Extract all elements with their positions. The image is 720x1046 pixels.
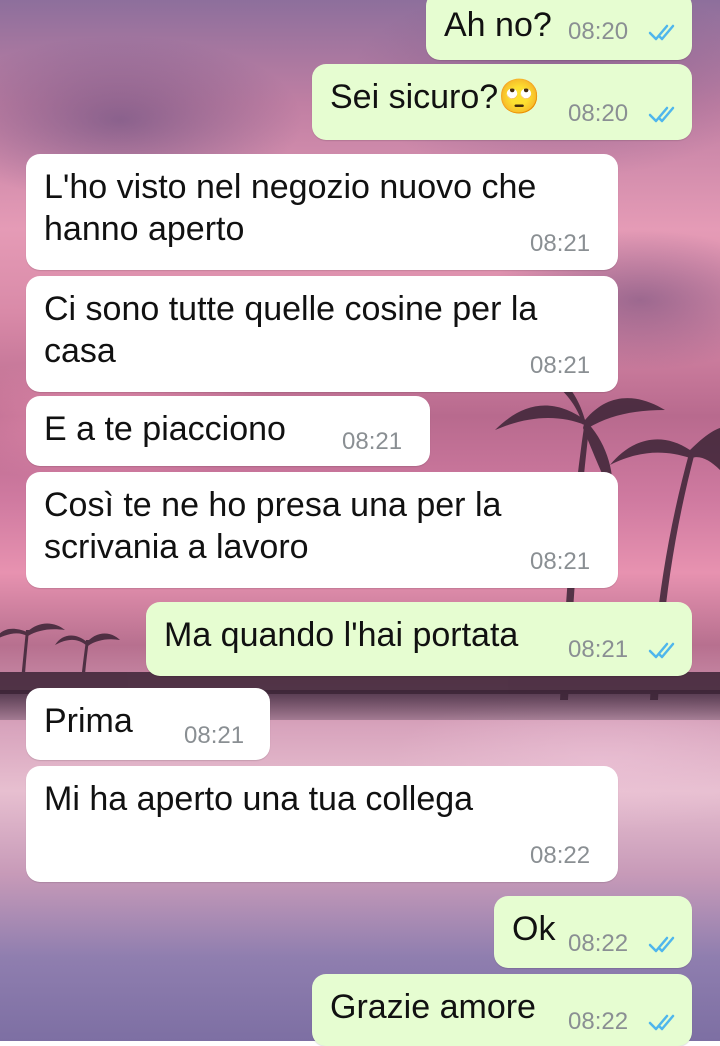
message-time: 08:20 xyxy=(568,18,629,45)
outgoing-message[interactable]: Ma quando l'hai portata 08:21 xyxy=(146,602,692,676)
incoming-message[interactable]: Ci sono tutte quelle cosine per la casa … xyxy=(26,276,618,392)
message-time: 08:22 xyxy=(530,842,591,869)
incoming-message[interactable]: E a te piacciono 08:21 xyxy=(26,396,430,466)
incoming-message[interactable]: Prima 08:21 xyxy=(26,688,270,760)
message-text: L'ho visto nel negozio nuovo che hanno a… xyxy=(44,168,537,248)
message-time: 08:21 xyxy=(342,428,403,455)
message-text: Ah no? xyxy=(444,6,552,44)
outgoing-message[interactable]: Ok 08:22 xyxy=(494,896,692,968)
incoming-message[interactable]: Così te ne ho presa una per la scrivania… xyxy=(26,472,618,588)
message-time: 08:22 xyxy=(568,930,629,957)
message-text: Ci sono tutte quelle cosine per la casa xyxy=(44,290,538,370)
outgoing-message[interactable]: Ah no? 08:20 xyxy=(426,0,692,60)
double-check-icon xyxy=(648,936,675,953)
incoming-message[interactable]: Mi ha aperto una tua collega 08:22 xyxy=(26,766,618,882)
message-time: 08:20 xyxy=(568,100,629,127)
message-text: Mi ha aperto una tua collega xyxy=(44,780,474,818)
outgoing-message[interactable]: Grazie amore 08:22 xyxy=(312,974,692,1046)
message-time: 08:21 xyxy=(568,636,629,663)
message-text: Così te ne ho presa una per la scrivania… xyxy=(44,486,502,566)
double-check-icon xyxy=(648,1014,675,1031)
message-time: 08:22 xyxy=(568,1008,629,1035)
double-check-icon xyxy=(648,24,675,41)
message-time: 08:21 xyxy=(530,548,591,575)
message-time: 08:21 xyxy=(530,352,591,379)
message-time: 08:21 xyxy=(530,230,591,257)
double-check-icon xyxy=(648,642,675,659)
incoming-message[interactable]: L'ho visto nel negozio nuovo che hanno a… xyxy=(26,154,618,270)
message-time: 08:21 xyxy=(184,722,245,749)
outgoing-message[interactable]: Sei sicuro?🙄 08:20 xyxy=(312,64,692,140)
double-check-icon xyxy=(648,106,675,123)
